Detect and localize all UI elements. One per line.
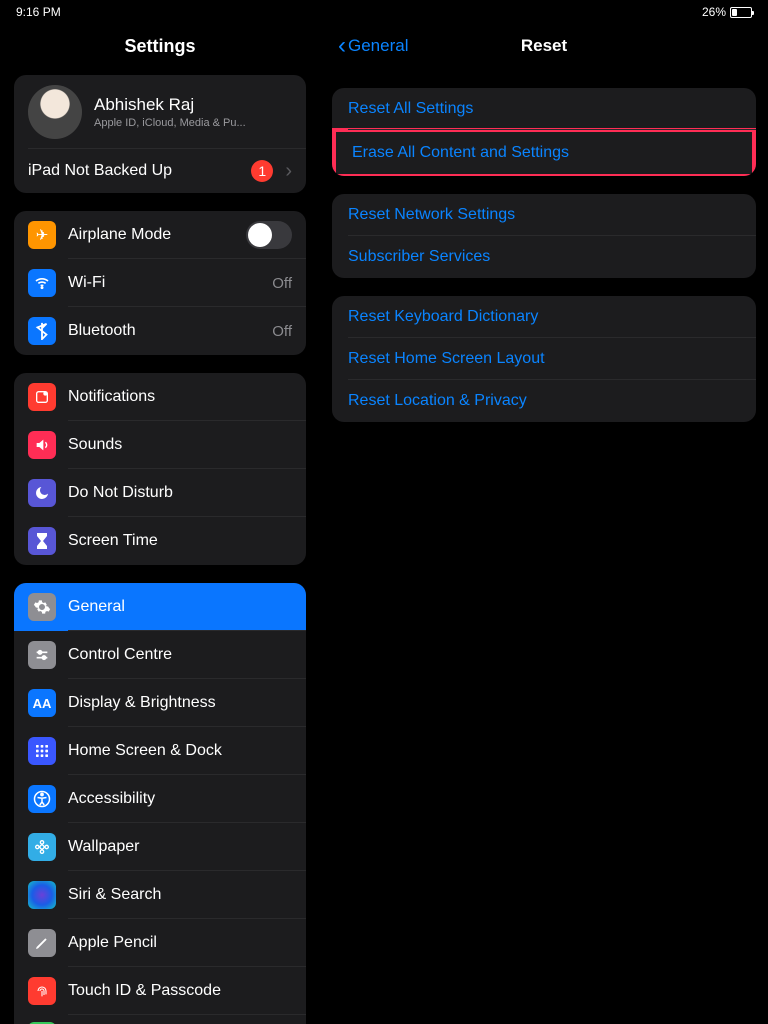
- bluetooth-row[interactable]: Bluetooth Off: [14, 307, 306, 355]
- avatar: [28, 85, 82, 139]
- notifications-icon: [28, 383, 56, 411]
- erase-all-content[interactable]: Erase All Content and Settings: [336, 132, 752, 174]
- wifi-icon: [28, 269, 56, 297]
- subscriber-services[interactable]: Subscriber Services: [332, 236, 756, 278]
- airplane-icon: ✈: [28, 221, 56, 249]
- flower-icon: [28, 833, 56, 861]
- accessibility-label: Accessibility: [68, 790, 292, 808]
- accessibility-row[interactable]: Accessibility: [14, 775, 306, 823]
- gear-icon: [28, 593, 56, 621]
- reset-all-settings[interactable]: Reset All Settings: [332, 88, 756, 130]
- dnd-label: Do Not Disturb: [68, 484, 292, 502]
- connectivity-group: ✈ Airplane Mode Wi-Fi Off Bluetooth Off: [14, 211, 306, 355]
- battery-pct: 26%: [702, 5, 726, 19]
- reset-network-settings[interactable]: Reset Network Settings: [332, 194, 756, 236]
- battery-status: 26%: [702, 5, 752, 19]
- backup-badge: 1: [251, 160, 273, 182]
- detail-header: ‹ General Reset: [332, 22, 756, 70]
- control-centre-label: Control Centre: [68, 646, 292, 664]
- sidebar-title: Settings: [0, 22, 320, 75]
- wifi-label: Wi-Fi: [68, 274, 260, 292]
- sounds-icon: [28, 431, 56, 459]
- status-time: 9:16 PM: [16, 5, 61, 19]
- partial-row[interactable]: [14, 1015, 306, 1024]
- detail-pane: ‹ General Reset Reset All Settings Erase…: [320, 22, 768, 1024]
- reset-group-1: Reset All Settings Erase All Content and…: [332, 88, 756, 176]
- profile-card: Abhishek Raj Apple ID, iCloud, Media & P…: [14, 75, 306, 193]
- apple-pencil-label: Apple Pencil: [68, 934, 292, 952]
- general-label: General: [68, 598, 292, 616]
- alerts-group: Notifications Sounds Do Not Disturb Scre…: [14, 373, 306, 565]
- text-size-icon: AA: [28, 689, 56, 717]
- apple-pencil-row[interactable]: Apple Pencil: [14, 919, 306, 967]
- reset-home-screen-layout[interactable]: Reset Home Screen Layout: [332, 338, 756, 380]
- airplane-row[interactable]: ✈ Airplane Mode: [14, 211, 306, 259]
- back-button[interactable]: ‹ General: [332, 34, 408, 58]
- moon-icon: [28, 479, 56, 507]
- sounds-row[interactable]: Sounds: [14, 421, 306, 469]
- chevron-left-icon: ‹: [338, 34, 346, 58]
- hourglass-icon: [28, 527, 56, 555]
- home-screen-label: Home Screen & Dock: [68, 742, 292, 760]
- siri-row[interactable]: Siri & Search: [14, 871, 306, 919]
- sliders-icon: [28, 641, 56, 669]
- wifi-row[interactable]: Wi-Fi Off: [14, 259, 306, 307]
- display-brightness-label: Display & Brightness: [68, 694, 292, 712]
- dnd-row[interactable]: Do Not Disturb: [14, 469, 306, 517]
- wifi-value: Off: [272, 275, 292, 292]
- reset-keyboard-dictionary[interactable]: Reset Keyboard Dictionary: [332, 296, 756, 338]
- grid-icon: [28, 737, 56, 765]
- reset-group-3: Reset Keyboard Dictionary Reset Home Scr…: [332, 296, 756, 422]
- bluetooth-label: Bluetooth: [68, 322, 260, 340]
- airplane-toggle[interactable]: [246, 221, 292, 249]
- settings-sidebar: Settings Abhishek Raj Apple ID, iCloud, …: [0, 22, 320, 1024]
- screentime-label: Screen Time: [68, 532, 292, 550]
- siri-label: Siri & Search: [68, 886, 292, 904]
- chevron-right-icon: ›: [285, 160, 292, 183]
- touchid-row[interactable]: Touch ID & Passcode: [14, 967, 306, 1015]
- accessibility-icon: [28, 785, 56, 813]
- home-screen-row[interactable]: Home Screen & Dock: [14, 727, 306, 775]
- battery-icon: [730, 7, 752, 18]
- touchid-label: Touch ID & Passcode: [68, 982, 292, 1000]
- backup-label: iPad Not Backed Up: [28, 162, 239, 180]
- pencil-icon: [28, 929, 56, 957]
- system-group: General Control Centre AA Display & Brig…: [14, 583, 306, 1024]
- fingerprint-icon: [28, 977, 56, 1005]
- highlight-annotation: Erase All Content and Settings: [332, 128, 756, 176]
- reset-location-privacy[interactable]: Reset Location & Privacy: [332, 380, 756, 422]
- wallpaper-label: Wallpaper: [68, 838, 292, 856]
- screentime-row[interactable]: Screen Time: [14, 517, 306, 565]
- sounds-label: Sounds: [68, 436, 292, 454]
- general-row[interactable]: General: [14, 583, 306, 631]
- profile-subtitle: Apple ID, iCloud, Media & Pu...: [94, 117, 246, 129]
- bluetooth-icon: [28, 317, 56, 345]
- airplane-label: Airplane Mode: [68, 226, 234, 244]
- siri-icon: [28, 881, 56, 909]
- back-label: General: [348, 36, 408, 56]
- profile-name: Abhishek Raj: [94, 95, 246, 115]
- status-bar: 9:16 PM 26%: [0, 0, 768, 22]
- notifications-label: Notifications: [68, 388, 292, 406]
- notifications-row[interactable]: Notifications: [14, 373, 306, 421]
- bluetooth-value: Off: [272, 323, 292, 340]
- reset-group-2: Reset Network Settings Subscriber Servic…: [332, 194, 756, 278]
- backup-row[interactable]: iPad Not Backed Up 1 ›: [14, 149, 306, 193]
- control-centre-row[interactable]: Control Centre: [14, 631, 306, 679]
- profile-row[interactable]: Abhishek Raj Apple ID, iCloud, Media & P…: [14, 75, 306, 149]
- display-brightness-row[interactable]: AA Display & Brightness: [14, 679, 306, 727]
- wallpaper-row[interactable]: Wallpaper: [14, 823, 306, 871]
